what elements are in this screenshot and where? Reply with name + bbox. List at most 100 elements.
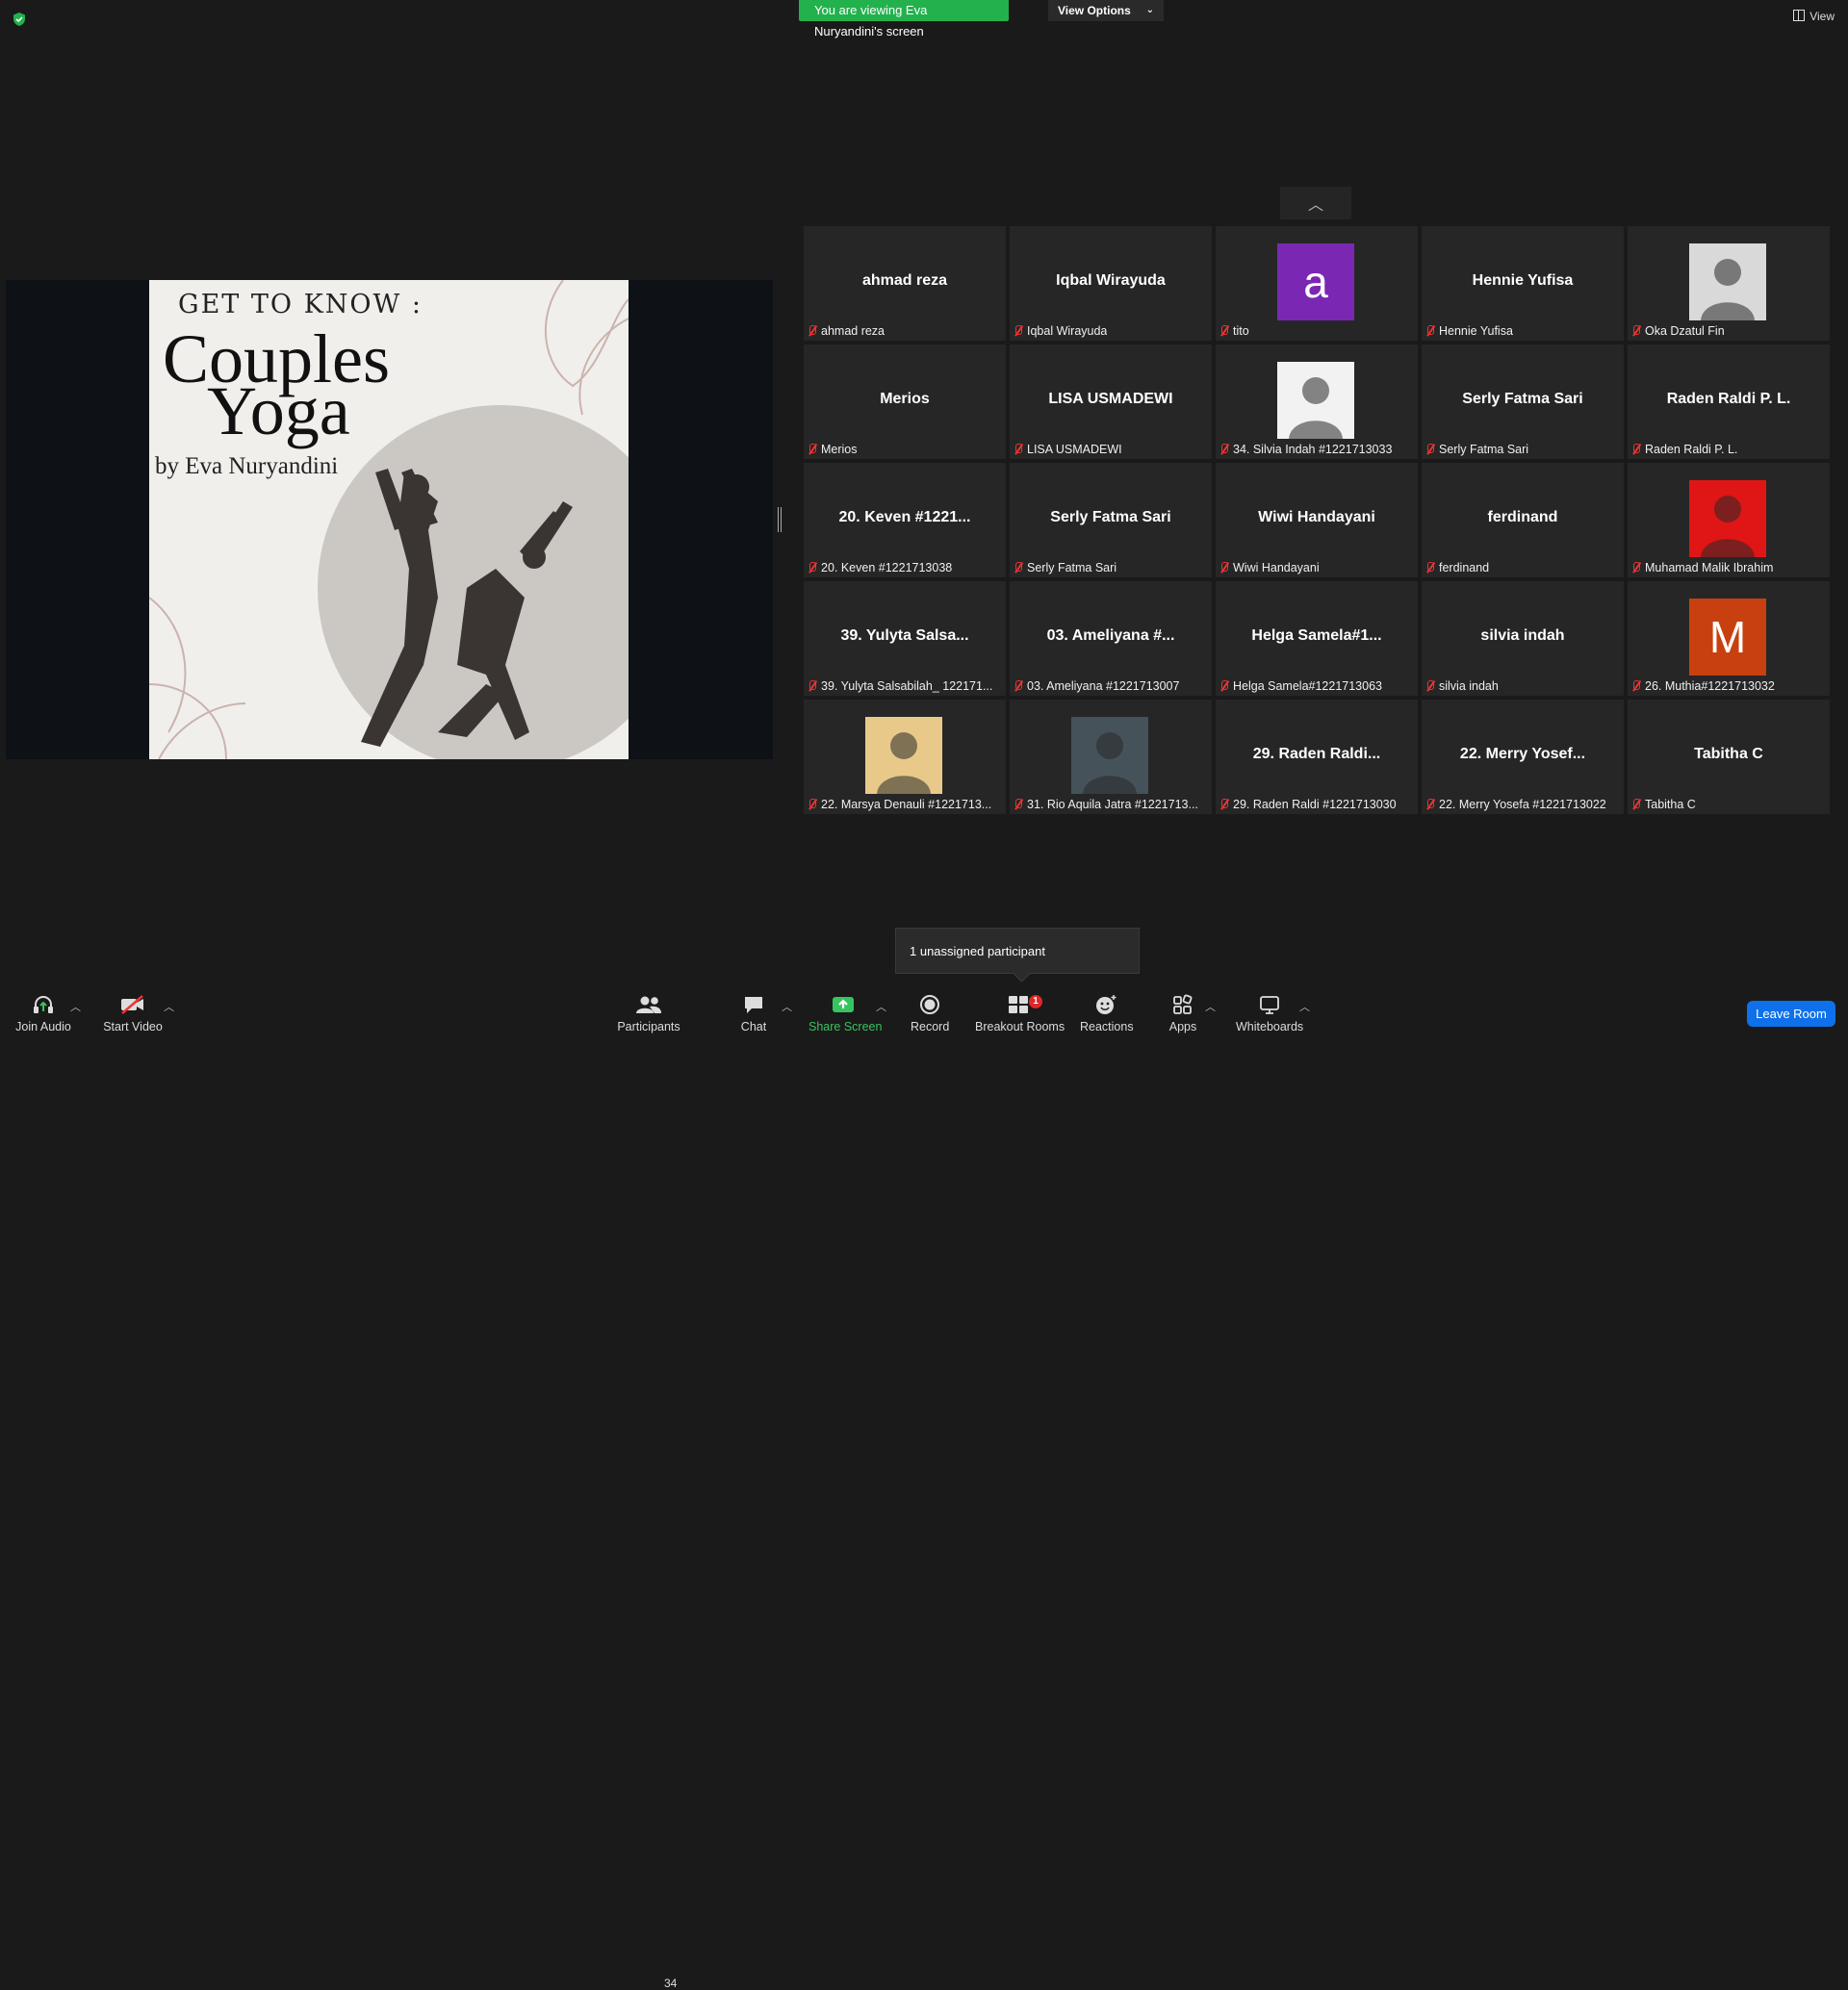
participant-tile[interactable]: Tabitha C Tabitha C [1628, 700, 1830, 814]
smiley-icon [1080, 993, 1132, 1016]
participant-name-label: Oka Dzatul Fin [1631, 324, 1725, 338]
participant-name-label: Serly Fatma Sari [1425, 443, 1528, 456]
participant-tile[interactable]: 22. Merry Yosef... 22. Merry Yosefa #1221… [1422, 700, 1624, 814]
participant-name-label: Wiwi Handayani [1219, 561, 1320, 574]
video-options-caret-icon[interactable]: ︿ [164, 999, 174, 1014]
muted-mic-icon [808, 325, 816, 337]
security-shield-icon[interactable] [12, 12, 27, 27]
view-button[interactable]: View [1793, 10, 1835, 23]
participant-name-text: Oka Dzatul Fin [1645, 324, 1725, 338]
participant-tile[interactable]: Oka Dzatul Fin [1628, 226, 1830, 341]
whiteboards-label: Whiteboards [1236, 1020, 1304, 1033]
participant-letter-avatar: M [1689, 599, 1766, 676]
participant-tile[interactable]: M 26. Muthia#1221713032 [1628, 581, 1830, 696]
apps-button[interactable]: Apps [1167, 993, 1199, 1033]
gallery-page-up-button[interactable]: ︿ [1280, 187, 1351, 219]
muted-mic-icon [1425, 680, 1434, 692]
apps-label: Apps [1168, 1020, 1197, 1033]
participant-tile[interactable]: Muhamad Malik Ibrahim [1628, 463, 1830, 577]
meeting-toolbar: Join Audio ︿ Start Video ︿ Participants … [0, 982, 1848, 1990]
participant-tile[interactable]: Wiwi Handayani Wiwi Handayani [1216, 463, 1418, 577]
reactions-button[interactable]: Reactions [1080, 993, 1134, 1033]
participant-display-name: LISA USMADEWI [1048, 391, 1173, 407]
whiteboards-options-caret-icon[interactable]: ︿ [1299, 999, 1310, 1014]
participant-tile[interactable]: Serly Fatma Sari Serly Fatma Sari [1010, 463, 1212, 577]
muted-mic-icon [808, 444, 816, 455]
whiteboards-button[interactable]: Whiteboards [1236, 993, 1303, 1033]
participant-display-name: ferdinand [1487, 509, 1558, 525]
audio-options-caret-icon[interactable]: ︿ [70, 999, 81, 1014]
participant-tile[interactable]: silvia indah silvia indah [1422, 581, 1624, 696]
participant-name-text: tito [1233, 324, 1249, 338]
share-screen-button[interactable]: Share Screen [808, 993, 883, 1033]
participant-tile[interactable]: 39. Yulyta Salsa... 39. Yulyta Salsabilah… [804, 581, 1006, 696]
record-label: Record [911, 1020, 950, 1033]
muted-mic-icon [808, 799, 816, 810]
participant-tile[interactable]: 31. Rio Aquila Jatra #1221713... [1010, 700, 1212, 814]
participant-display-name: 22. Merry Yosef... [1459, 746, 1586, 762]
participant-name-text: 26. Muthia#1221713032 [1645, 679, 1775, 693]
chat-button[interactable]: Chat [734, 993, 773, 1033]
muted-mic-icon [1014, 444, 1022, 455]
chat-options-caret-icon[interactable]: ︿ [782, 999, 792, 1014]
view-options-button[interactable]: View Options ⌄ [1048, 0, 1164, 21]
participant-tile[interactable]: Hennie Yufisa Hennie Yufisa [1422, 226, 1624, 341]
participant-name-label: ferdinand [1425, 561, 1489, 574]
participant-name-text: Tabitha C [1645, 798, 1696, 811]
apps-options-caret-icon[interactable]: ︿ [1205, 999, 1216, 1014]
participant-display-name: 39. Yulyta Salsa... [840, 627, 969, 644]
participant-tile[interactable]: LISA USMADEWI LISA USMADEWI [1010, 344, 1212, 459]
breakout-rooms-button[interactable]: Breakout Rooms [975, 993, 1065, 1033]
participant-tile[interactable]: Iqbal Wirayuda Iqbal Wirayuda [1010, 226, 1212, 341]
participant-tile[interactable]: ferdinand ferdinand [1422, 463, 1624, 577]
participant-name-text: 22. Marsya Denauli #1221713... [821, 798, 992, 811]
record-icon [911, 993, 949, 1016]
participant-name-label: Muhamad Malik Ibrahim [1631, 561, 1773, 574]
participant-name-label: LISA USMADEWI [1014, 443, 1122, 456]
participant-name-label: 39. Yulyta Salsabilah_ 122171... [808, 679, 992, 693]
participant-display-name: Serly Fatma Sari [1462, 391, 1583, 407]
participant-tile[interactable]: ahmad reza ahmad reza [804, 226, 1006, 341]
muted-mic-icon [1014, 680, 1022, 692]
participant-name-label: Hennie Yufisa [1425, 324, 1513, 338]
participant-tile[interactable]: Serly Fatma Sari Serly Fatma Sari [1422, 344, 1624, 459]
participant-name-label: Serly Fatma Sari [1014, 561, 1116, 574]
participant-name-text: 34. Silvia Indah #1221713033 [1233, 443, 1393, 456]
participant-tile[interactable]: a tito [1216, 226, 1418, 341]
participant-name-label: 20. Keven #1221713038 [808, 561, 952, 574]
participant-tile[interactable]: Helga Samela#1... Helga Samela#1221713063 [1216, 581, 1418, 696]
participant-tile[interactable]: 20. Keven #1221... 20. Keven #1221713038 [804, 463, 1006, 577]
participant-tile[interactable]: 34. Silvia Indah #1221713033 [1216, 344, 1418, 459]
participant-tile[interactable]: 29. Raden Raldi... 29. Raden Raldi #12217… [1216, 700, 1418, 814]
participants-icon [616, 993, 681, 1016]
participant-tile[interactable]: Merios Merios [804, 344, 1006, 459]
chat-label: Chat [740, 1020, 767, 1033]
join-audio-button[interactable]: Join Audio [13, 993, 73, 1033]
chevron-down-icon: ⌄ [1145, 5, 1154, 15]
reactions-label: Reactions [1080, 1020, 1134, 1033]
muted-mic-icon [1219, 799, 1228, 810]
share-options-caret-icon[interactable]: ︿ [876, 999, 886, 1014]
leave-room-button[interactable]: Leave Room [1747, 1001, 1835, 1027]
participant-tile[interactable]: Raden Raldi P. L. Raden Raldi P. L. [1628, 344, 1830, 459]
participant-photo-avatar [1689, 480, 1766, 557]
muted-mic-icon [1631, 680, 1640, 692]
participants-button[interactable]: Participants [616, 993, 681, 1033]
start-video-button[interactable]: Start Video [102, 993, 164, 1033]
participant-tile[interactable]: 22. Marsya Denauli #1221713... [804, 700, 1006, 814]
panel-splitter-handle[interactable] [778, 507, 782, 532]
participant-name-label: Iqbal Wirayuda [1014, 324, 1107, 338]
record-button[interactable]: Record [911, 993, 949, 1033]
view-options-label: View Options [1058, 4, 1131, 17]
share-screen-label: Share Screen [808, 1020, 883, 1033]
muted-mic-icon [1014, 799, 1022, 810]
muted-mic-icon [1219, 325, 1228, 337]
participant-name-text: Muhamad Malik Ibrahim [1645, 561, 1774, 574]
muted-mic-icon [1219, 680, 1228, 692]
participant-tile[interactable]: 03. Ameliyana #... 03. Ameliyana #1221713… [1010, 581, 1212, 696]
participant-display-name: Merios [880, 391, 930, 407]
participant-name-text: Serly Fatma Sari [1439, 443, 1529, 456]
participant-photo-avatar [865, 717, 942, 794]
muted-mic-icon [1014, 562, 1022, 574]
muted-mic-icon [1631, 799, 1640, 810]
